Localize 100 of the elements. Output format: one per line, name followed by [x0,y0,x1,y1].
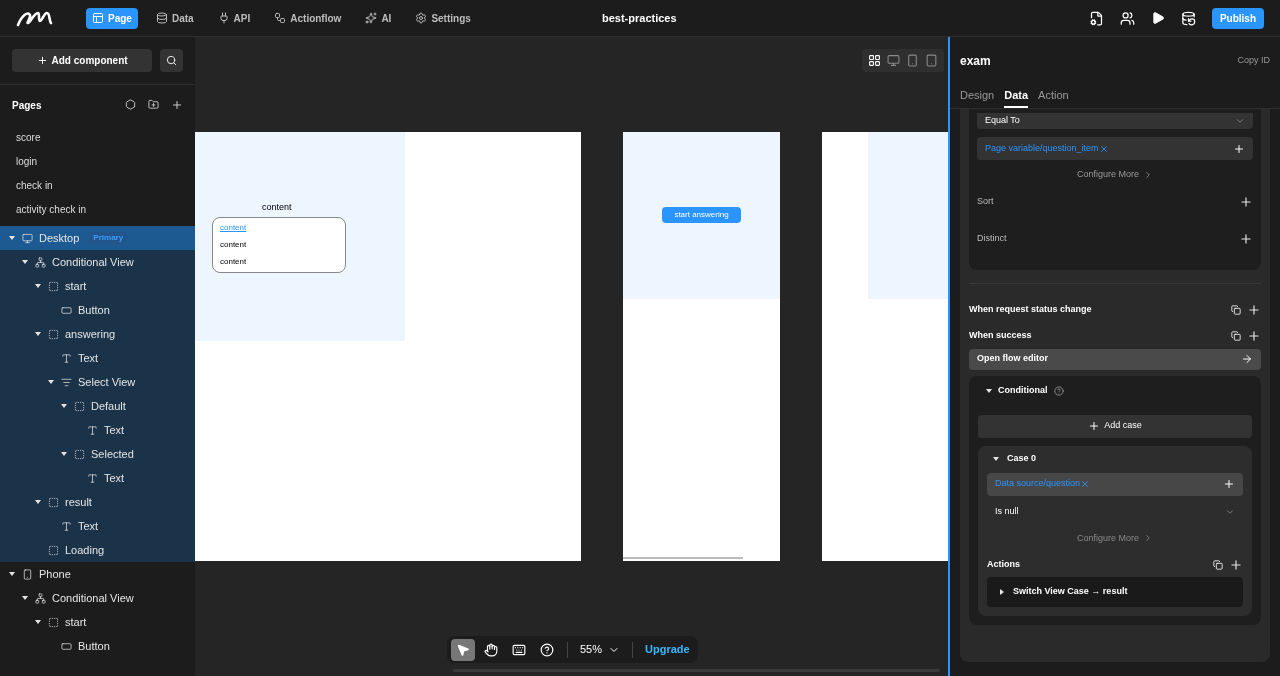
tree-item[interactable]: Button [0,634,195,658]
tablet-icon[interactable] [925,54,938,67]
chevron-right-icon [1143,533,1153,544]
sparkles-icon [365,12,378,24]
tree-item[interactable]: Default [0,394,195,418]
caret-icon[interactable] [35,619,41,625]
arrow-right-icon [1241,353,1253,365]
remove-icon[interactable] [1098,143,1109,154]
node-label: Text [78,350,99,366]
nav-tab[interactable]: API [211,7,257,29]
caret-icon[interactable] [9,571,15,577]
caret-icon[interactable] [986,388,992,394]
tree-item[interactable]: Conditional View [0,250,195,274]
add-component-button[interactable]: Add component [12,49,153,72]
conditional-heading: Conditional [998,384,1048,398]
search-button[interactable] [160,49,183,72]
tree-item[interactable]: answering [0,322,195,346]
caret-icon[interactable] [22,259,28,265]
variable-label: Page variable/question_item [985,141,1099,155]
caret-icon[interactable] [35,499,41,505]
tree-item[interactable]: start [0,610,195,634]
add-page-icon[interactable] [171,99,183,111]
phone-icon[interactable] [906,54,919,67]
tree-item[interactable]: start [0,274,195,298]
grid-icon[interactable] [868,54,881,67]
add-icon[interactable] [1239,232,1253,246]
tree-item[interactable]: Select View [0,370,195,394]
value-chip[interactable]: Page variable/question_item [977,137,1253,160]
operator-select[interactable]: Equal To [977,113,1253,129]
copy-icon[interactable] [1231,330,1241,341]
configure-more-link[interactable]: Configure More [1077,531,1153,545]
copy-icon[interactable] [1213,560,1223,570]
users-icon[interactable] [1119,10,1135,26]
caret-icon[interactable] [22,595,28,601]
page-item[interactable]: score [0,125,195,149]
page-item[interactable]: login [0,149,195,173]
upgrade-link[interactable]: Upgrade [641,641,694,658]
node-label: Text [78,518,99,534]
copy-id-button[interactable]: Copy ID [1237,54,1270,68]
caret-icon[interactable] [61,451,67,457]
play-icon[interactable] [1150,11,1165,25]
page-item[interactable]: check in [0,173,195,197]
node-label: Conditional View [52,590,134,606]
button-icon [61,304,72,316]
help-icon[interactable] [1053,386,1064,396]
caret-icon[interactable] [48,379,54,385]
action-item[interactable]: Switch View Case → result [987,577,1243,607]
dashed-square-icon [74,448,85,460]
primary-tag: Primary [89,232,128,244]
node-label: Conditional View [52,254,134,270]
tree-item[interactable]: Text [0,514,195,538]
tree-item[interactable]: Text [0,418,195,442]
tree-item[interactable]: Phone [0,562,195,586]
remove-icon[interactable] [1080,479,1091,489]
tree-item[interactable]: Button [0,298,195,322]
caret-icon[interactable] [61,403,67,409]
nav-tab[interactable]: Settings [409,7,477,29]
nav-tab[interactable]: Actionflow [268,7,348,29]
tree-item[interactable]: Loading [0,538,195,562]
hexagon-icon[interactable] [125,99,136,110]
tree-item[interactable]: Desktop Primary [0,226,195,250]
operator-select[interactable]: Is null [987,499,1243,524]
case-heading: Case 0 [1007,452,1037,466]
open-flow-editor-button[interactable]: Open flow editor [969,348,1261,370]
nav-tab[interactable]: AI [359,7,398,29]
add-icon[interactable] [1233,142,1245,155]
chevron-down-icon [1235,116,1245,126]
panel-tab[interactable]: Design [960,85,995,108]
copy-icon[interactable] [1231,304,1241,315]
tool-button[interactable] [451,638,475,661]
folder-add-icon[interactable] [148,99,159,110]
file-settings-icon[interactable] [1088,10,1104,26]
panel-tab[interactable]: Action [1038,85,1069,108]
configure-more-link[interactable]: Configure More [1077,168,1153,182]
node-label: Phone [39,566,71,582]
project-title: best-practices [602,10,677,26]
tree-item[interactable]: Text [0,346,195,370]
zoom-select[interactable]: 55% [576,641,625,658]
tree-item[interactable]: Conditional View [0,586,195,610]
node-label: Text [104,470,125,486]
monitor-icon[interactable] [887,54,900,67]
database-icon[interactable] [1180,10,1196,26]
add-icon[interactable] [1247,328,1261,343]
tree-item[interactable]: Text [0,466,195,490]
caret-icon[interactable] [993,456,999,462]
add-icon[interactable] [1223,478,1235,490]
caret-icon[interactable] [35,331,41,337]
node-label: Desktop [39,230,80,246]
action-label: Switch View Case → result [1013,585,1128,599]
tree-item[interactable]: result [0,490,195,514]
caret-icon[interactable] [999,589,1005,595]
add-icon[interactable] [1247,302,1261,317]
nav-tab[interactable]: Data [149,7,200,29]
add-icon[interactable] [1229,558,1243,572]
add-icon[interactable] [1239,195,1253,209]
add-case-button[interactable]: Add case [978,414,1252,438]
tree-item[interactable]: Selected [0,442,195,466]
node-label: Button [78,638,110,654]
page-item[interactable]: activity check in [0,197,195,221]
caret-icon[interactable] [35,283,41,289]
